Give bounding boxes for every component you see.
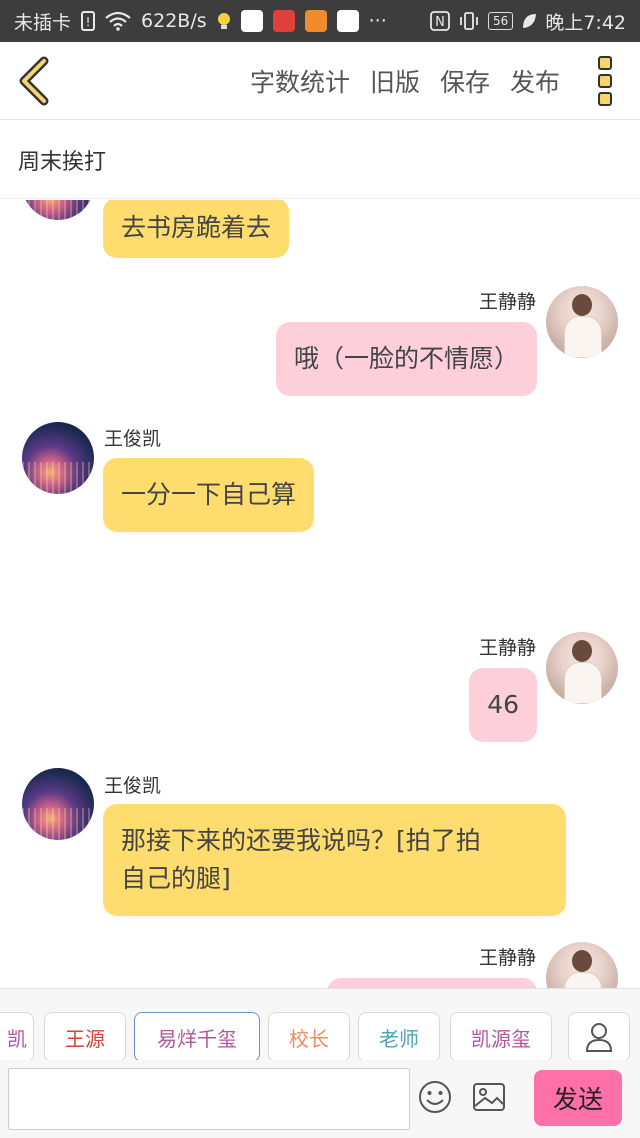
message-bubble[interactable]: 46 — [469, 668, 537, 742]
speaker-name: 王静静 — [478, 637, 536, 659]
send-button[interactable]: 发送 — [534, 1070, 622, 1126]
avatar-wangjunkai[interactable] — [22, 200, 94, 220]
nfc-icon: N — [430, 11, 450, 31]
avatar-wangjunkai[interactable] — [22, 422, 94, 494]
message-input[interactable] — [8, 1068, 410, 1130]
qq-app-icon — [336, 10, 359, 32]
more-notifications: ··· — [368, 10, 387, 32]
vibrate-icon — [460, 12, 478, 30]
battery-indicator: 56 — [488, 12, 514, 30]
avatar-wangjunkai[interactable] — [22, 768, 94, 840]
character-tag-bar[interactable]: 凯 王源 易烊千玺 校长 老师 凯源玺 — [0, 988, 640, 1062]
back-button[interactable] — [14, 56, 54, 106]
message-bubble[interactable]: 那接下来的还要我说吗？[拍了拍 自己的腿] — [103, 804, 566, 916]
avatar-wangjingjing[interactable] — [546, 632, 618, 704]
composer: 发送 — [0, 1060, 640, 1138]
word-count-button[interactable]: 字数统计 — [250, 63, 350, 99]
publish-button[interactable]: 发布 — [510, 63, 560, 99]
message-text-line: 那接下来的还要我说吗？[拍了拍 — [121, 826, 481, 855]
message-bubble[interactable] — [327, 978, 537, 988]
message-bubble[interactable]: 去书房跪着去 — [103, 200, 290, 258]
character-tag-label: 王源 — [65, 1026, 105, 1051]
speaker-name: 王俊凯 — [104, 428, 162, 450]
speaker-name: 王俊凯 — [104, 775, 162, 797]
video-app-icon — [304, 10, 327, 32]
emoji-button[interactable] — [418, 1080, 452, 1114]
character-tag[interactable]: 凯 — [0, 1012, 34, 1062]
more-menu-button[interactable] — [598, 56, 616, 106]
app-header: 字数统计 旧版 保存 发布 — [0, 42, 640, 120]
message-text: 去书房跪着去 — [121, 213, 272, 242]
speaker-name: 王静静 — [478, 291, 536, 313]
user-icon — [585, 1023, 613, 1052]
sim-alert-icon: ! — [81, 11, 96, 31]
message-text-line: 自己的腿] — [121, 864, 231, 893]
old-version-button[interactable]: 旧版 — [370, 63, 420, 99]
save-button[interactable]: 保存 — [440, 63, 490, 99]
clock: 晚上7:42 — [545, 11, 626, 34]
smiley-icon — [419, 1081, 451, 1113]
status-bar: 未插卡 ! 622B/s ··· N 56 晚上7:42 — [0, 0, 640, 42]
svg-text:N: N — [435, 15, 445, 30]
character-tag-label: 凯 — [7, 1026, 27, 1051]
character-tag-label: 校长 — [289, 1026, 329, 1051]
svg-text:!: ! — [86, 15, 91, 29]
story-title-field[interactable]: 周末挨打 — [0, 121, 640, 199]
avatar-wangjingjing[interactable] — [546, 942, 618, 988]
character-tag-label: 凯源玺 — [471, 1026, 531, 1051]
avatar-wangjingjing[interactable] — [546, 286, 618, 358]
character-tag-label: 老师 — [379, 1026, 419, 1051]
message-bubble[interactable]: 哦（一脸的不情愿） — [275, 322, 537, 396]
news-app-icon — [272, 10, 295, 32]
character-manage-button[interactable] — [568, 1012, 630, 1062]
leaf-icon — [523, 14, 537, 28]
menu-dot-icon — [598, 92, 612, 106]
bulb-app-icon — [217, 10, 231, 32]
message-bubble[interactable]: 一分一下自己算 — [103, 458, 315, 532]
baidu-app-icon — [240, 10, 263, 32]
chevron-left-icon — [19, 56, 49, 106]
network-speed: 622B/s — [141, 10, 207, 32]
chat-list[interactable]: 去书房跪着去 王静静 哦（一脸的不情愿） 王俊凯 一分一下自己算 王静静 46 … — [0, 200, 640, 988]
message-text: 哦（一脸的不情愿） — [293, 344, 519, 373]
message-text: 46 — [487, 690, 519, 719]
message-text: 一分一下自己算 — [121, 480, 297, 509]
character-tag[interactable]: 凯源玺 — [450, 1012, 552, 1062]
carrier-label: 未插卡 — [14, 11, 72, 34]
character-tag[interactable]: 老师 — [358, 1012, 440, 1062]
image-button[interactable] — [472, 1080, 506, 1114]
speaker-name: 王静静 — [478, 947, 536, 969]
story-title: 周末挨打 — [18, 149, 107, 175]
wifi-icon — [105, 11, 131, 31]
character-tag-selected[interactable]: 易烊千玺 — [134, 1012, 260, 1062]
menu-dot-icon — [598, 74, 612, 88]
send-button-label: 发送 — [552, 1085, 603, 1114]
character-tag-label: 易烊千玺 — [157, 1026, 237, 1051]
image-icon — [473, 1083, 505, 1111]
menu-dot-icon — [598, 56, 612, 70]
character-tag[interactable]: 校长 — [268, 1012, 350, 1062]
character-tag[interactable]: 王源 — [44, 1012, 126, 1062]
